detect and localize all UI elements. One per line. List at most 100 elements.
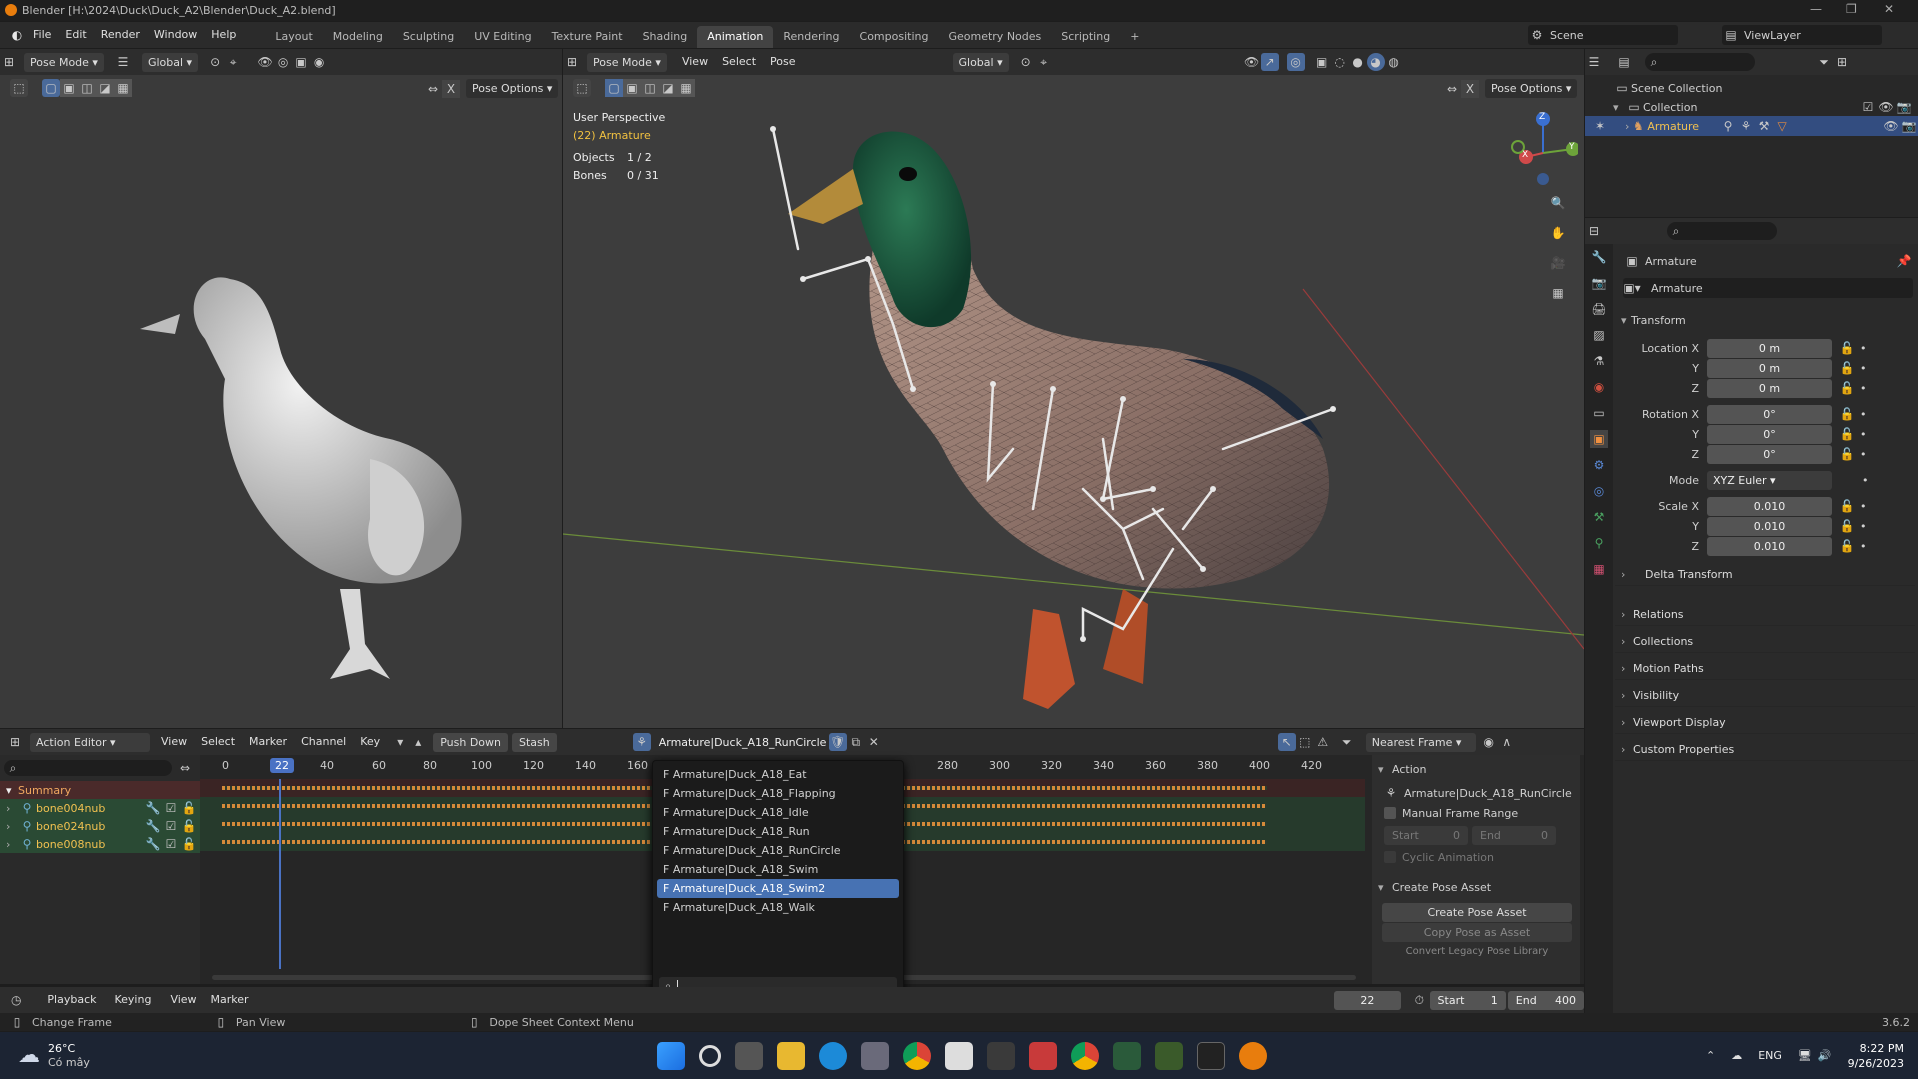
modifier-tab-icon[interactable]: ⚙ (1590, 456, 1608, 474)
action-option[interactable]: F Armature|Duck_A18_Walk (657, 898, 899, 917)
texture-tab-icon[interactable]: ▦ (1590, 560, 1608, 578)
language-indicator[interactable]: ENG (1758, 1049, 1782, 1062)
tab-modeling[interactable]: Modeling (323, 26, 393, 48)
output-tab-icon[interactable]: 🖨 (1590, 300, 1608, 318)
left-pose-options[interactable]: Pose Options ▾ (466, 79, 559, 98)
tab-animation[interactable]: Animation (697, 26, 774, 48)
tray-chevron-icon[interactable]: ⌃ (1706, 1049, 1715, 1062)
rotation-y-field[interactable]: 0° (1707, 424, 1832, 444)
physics-tab-icon[interactable]: ◎ (1590, 482, 1608, 500)
lock-icon[interactable]: 🔓 (180, 799, 198, 817)
left-mode-dropdown[interactable]: Pose Mode ▾ (24, 52, 104, 72)
file-explorer-icon[interactable] (776, 1041, 805, 1070)
snap-icon[interactable]: ⌖ (224, 53, 242, 71)
action-option[interactable]: F Armature|Duck_A18_Run (657, 822, 899, 841)
outliner-editor-icon[interactable]: ☰ (1585, 53, 1603, 71)
edge-browser-icon[interactable] (818, 1041, 847, 1070)
scene-selector[interactable]: ⚙ Scene (1528, 25, 1678, 45)
render-tab-icon[interactable]: 📷 (1590, 274, 1608, 292)
wrench-icon[interactable]: 🔧 (144, 817, 162, 835)
lock-icon[interactable]: 🔓 (1838, 405, 1856, 423)
keyframe-dot-icon[interactable]: • (1860, 362, 1867, 375)
mode-subtract-icon[interactable]: ◫ (78, 79, 96, 97)
lock-icon[interactable]: 🔓 (1838, 425, 1856, 443)
tab-texture-paint[interactable]: Texture Paint (542, 26, 633, 48)
terminal-icon[interactable] (1196, 1041, 1225, 1070)
channel-summary[interactable]: ▾ Summary (0, 781, 200, 799)
camera-render-icon[interactable]: 📷 (1895, 98, 1913, 116)
chrome-icon[interactable] (902, 1041, 931, 1070)
rotation-x-field[interactable]: 0° (1707, 404, 1832, 424)
weather-cloud-icon[interactable]: ☁ (18, 1043, 40, 1068)
weather-widget[interactable]: 26°C Có mây (48, 1042, 90, 1070)
convert-legacy-button[interactable]: Convert Legacy Pose Library (1382, 946, 1572, 958)
start-frame-field[interactable]: Start 1 (1429, 990, 1506, 1010)
tab-uv-editing[interactable]: UV Editing (464, 26, 541, 48)
range-start-field[interactable]: Start 0 (1384, 825, 1468, 845)
action-browse-icon[interactable]: ⚘ (632, 733, 651, 751)
viewport-display-section[interactable]: Viewport Display (1615, 712, 1915, 734)
pin-icon[interactable]: 📌 (1895, 252, 1913, 270)
layer-up-icon[interactable]: ▴ (409, 733, 427, 751)
filter-icon[interactable]: ⏷ (1338, 733, 1356, 751)
ae-menu-key[interactable]: Key (353, 732, 387, 752)
editor-type-icon[interactable]: ⊞ (0, 53, 18, 71)
duplicate-icon[interactable]: ⧉ (847, 733, 865, 751)
lock-icon[interactable]: 🔓 (1838, 359, 1856, 377)
menu-edit[interactable]: Edit (58, 25, 93, 45)
pan-hand-icon[interactable]: ✋ (1549, 224, 1567, 242)
volume-icon[interactable]: 🔊 (1818, 1049, 1832, 1062)
timeline-editor-icon[interactable]: ◷ (8, 991, 24, 1009)
keyframe-dot-icon[interactable]: • (1860, 500, 1867, 513)
tab-sculpting[interactable]: Sculpting (393, 26, 464, 48)
search-icon[interactable] (698, 1044, 721, 1067)
playhead-line[interactable] (279, 779, 281, 969)
ae-menu-marker[interactable]: Marker (242, 732, 294, 752)
minimize-icon[interactable]: — (1810, 2, 1822, 16)
channel-row[interactable]: › ⚲ bone004nub 🔧 ☑ 🔓 (0, 799, 200, 817)
push-down-button[interactable]: Push Down (433, 732, 508, 752)
channel-row[interactable]: › ⚲ bone008nub 🔧 ☑ 🔓 (0, 835, 200, 853)
stash-button[interactable]: Stash (511, 732, 557, 752)
location-x-field[interactable]: 0 m (1707, 338, 1832, 358)
hidden-icon[interactable]: ⬚ (1296, 733, 1314, 751)
navigation-gizmo[interactable]: Z Y X (1498, 109, 1580, 189)
falloff-icon[interactable]: ∧ (1498, 733, 1516, 751)
xray-icon[interactable]: ▣ (292, 53, 310, 71)
display-mode-icon[interactable]: ▤ (1615, 53, 1633, 71)
outliner-collection[interactable]: ▾ ▭ Collection ☑ 👁 📷 (1613, 98, 1913, 116)
close-icon[interactable]: ✕ (1884, 2, 1894, 16)
delta-transform-section[interactable]: Delta Transform (1615, 564, 1915, 586)
motion-paths-section[interactable]: Motion Paths (1615, 658, 1915, 680)
maximize-icon[interactable]: ❐ (1846, 2, 1857, 16)
checkbox-icon[interactable]: ☑ (162, 799, 180, 817)
tab-compositing[interactable]: Compositing (850, 26, 939, 48)
world-tab-icon[interactable]: ◉ (1590, 378, 1608, 396)
left-orientation-dropdown[interactable]: Global ▾ (141, 52, 199, 72)
shading-icon[interactable]: ◉ (310, 53, 328, 71)
lock-icon[interactable]: 🔓 (1838, 517, 1856, 535)
keyframe-dot-icon[interactable]: • (1860, 408, 1867, 421)
action-editor-mode-dropdown[interactable]: Action Editor ▾ (30, 732, 150, 752)
ae-menu-channel[interactable]: Channel (294, 732, 353, 752)
scene-tab-icon[interactable]: ⚗ (1590, 352, 1608, 370)
rotation-z-field[interactable]: 0° (1707, 444, 1832, 464)
relations-section[interactable]: Relations (1615, 604, 1915, 626)
action-option[interactable]: F Armature|Duck_A18_Eat (657, 765, 899, 784)
ae-menu-select[interactable]: Select (194, 732, 242, 752)
chrome-icon[interactable] (1070, 1041, 1099, 1070)
lock-icon[interactable]: 🔓 (1838, 497, 1856, 515)
tab-rendering[interactable]: Rendering (773, 26, 849, 48)
view-layer-tab-icon[interactable]: ▨ (1590, 326, 1608, 344)
menu-render[interactable]: Render (94, 25, 147, 45)
app-icon[interactable] (1112, 1041, 1141, 1070)
keyframe-dot-icon[interactable]: • (1860, 448, 1867, 461)
channel-row[interactable]: › ⚲ bone024nub 🔧 ☑ 🔓 (0, 817, 200, 835)
keyframe-dot-icon[interactable]: • (1860, 520, 1867, 533)
app-icon[interactable] (1154, 1041, 1183, 1070)
collections-section[interactable]: Collections (1615, 631, 1915, 653)
keyframe-dot-icon[interactable]: • (1860, 382, 1867, 395)
wrench-icon[interactable]: 🔧 (144, 835, 162, 853)
create-pose-asset-button[interactable]: Create Pose Asset (1382, 903, 1572, 922)
keyframe-dot-icon[interactable]: • (1860, 342, 1867, 355)
